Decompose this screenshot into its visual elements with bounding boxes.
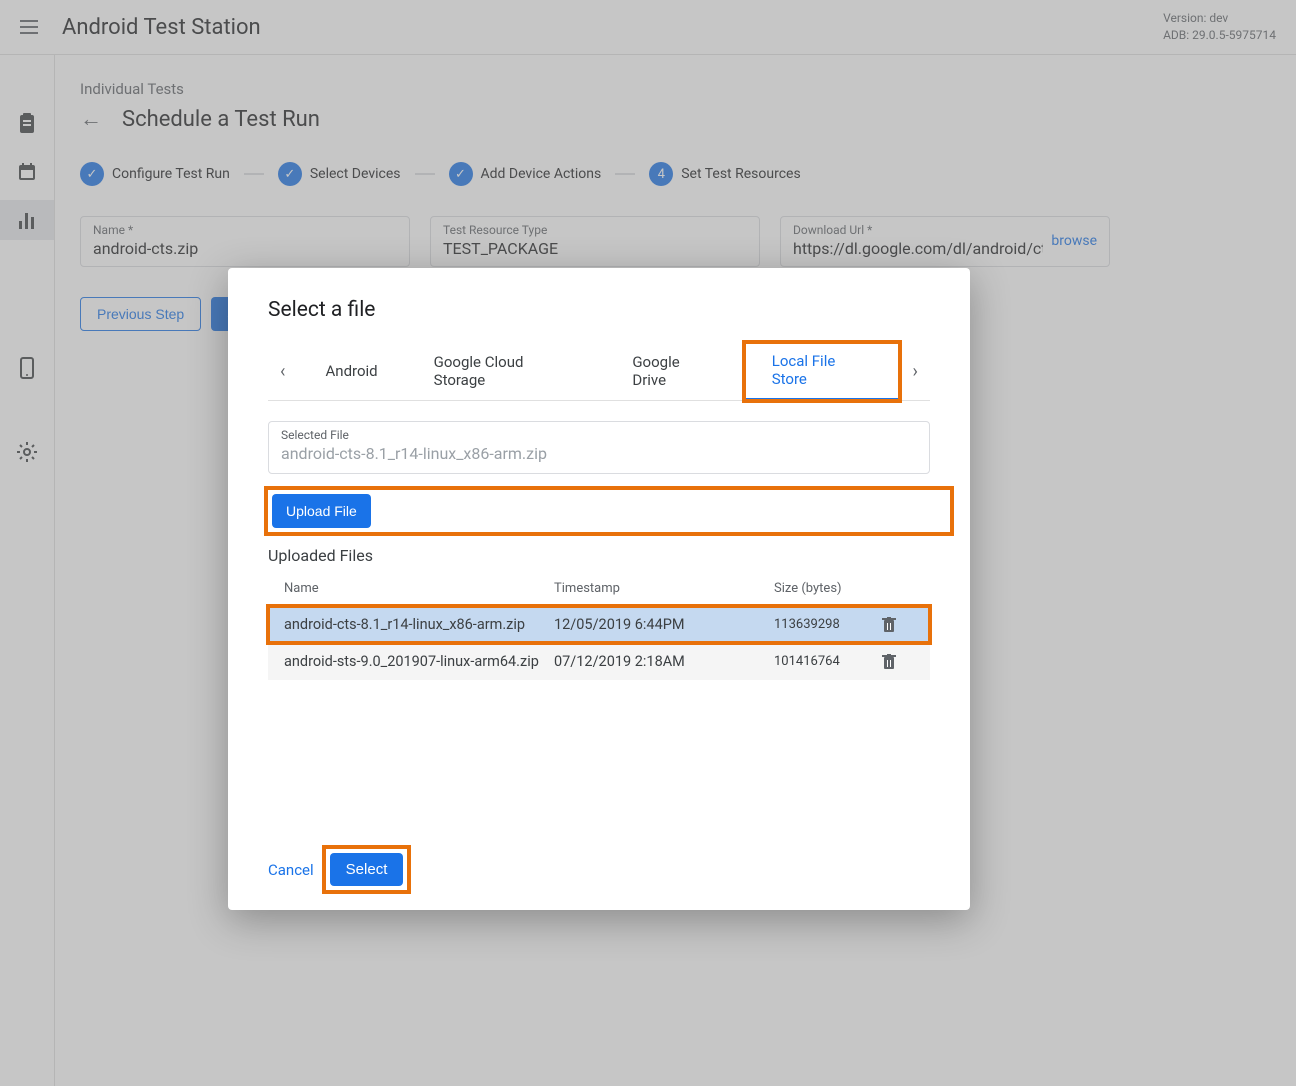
- select-file-dialog: Select a file ‹ Android Google Cloud Sto…: [228, 268, 970, 910]
- chevron-left-icon[interactable]: ‹: [268, 351, 298, 391]
- col-header-timestamp: Timestamp: [554, 581, 774, 596]
- file-name: android-cts-8.1_r14-linux_x86-arm.zip: [284, 616, 554, 633]
- field-value: android-cts-8.1_r14-linux_x86-arm.zip: [281, 444, 917, 463]
- tab-gcs[interactable]: Google Cloud Storage: [406, 343, 605, 399]
- file-timestamp: 07/12/2019 2:18AM: [554, 653, 774, 670]
- file-size: 113639298: [774, 617, 874, 632]
- col-header-name: Name: [284, 581, 554, 596]
- table-row[interactable]: android-sts-9.0_201907-linux-arm64.zip 0…: [268, 643, 930, 680]
- tab-gdrive[interactable]: Google Drive: [604, 343, 743, 399]
- file-size: 101416764: [774, 654, 874, 669]
- select-highlight: Select: [326, 849, 408, 890]
- tab-local-file-store[interactable]: Local File Store: [744, 342, 901, 401]
- file-timestamp: 12/05/2019 6:44PM: [554, 616, 774, 633]
- file-name: android-sts-9.0_201907-linux-arm64.zip: [284, 653, 554, 670]
- delete-icon[interactable]: [874, 654, 904, 670]
- select-button[interactable]: Select: [330, 853, 404, 886]
- upload-highlight: Upload File: [268, 490, 950, 532]
- selected-file-field[interactable]: Selected File android-cts-8.1_r14-linux_…: [268, 421, 930, 474]
- field-label: Selected File: [281, 428, 917, 442]
- delete-icon[interactable]: [874, 617, 904, 633]
- table-row[interactable]: android-cts-8.1_r14-linux_x86-arm.zip 12…: [268, 606, 930, 643]
- dialog-title: Select a file: [268, 298, 930, 322]
- upload-file-button[interactable]: Upload File: [272, 494, 371, 528]
- uploaded-files-heading: Uploaded Files: [268, 546, 930, 565]
- dialog-footer: Cancel Select: [248, 849, 950, 890]
- chevron-right-icon[interactable]: ›: [900, 351, 930, 391]
- file-table: Name Timestamp Size (bytes) android-cts-…: [268, 571, 930, 680]
- tab-row: ‹ Android Google Cloud Storage Google Dr…: [268, 342, 930, 401]
- col-header-size: Size (bytes): [774, 581, 874, 596]
- tab-android[interactable]: Android: [298, 352, 406, 390]
- cancel-button[interactable]: Cancel: [268, 861, 314, 879]
- table-header: Name Timestamp Size (bytes): [268, 571, 930, 606]
